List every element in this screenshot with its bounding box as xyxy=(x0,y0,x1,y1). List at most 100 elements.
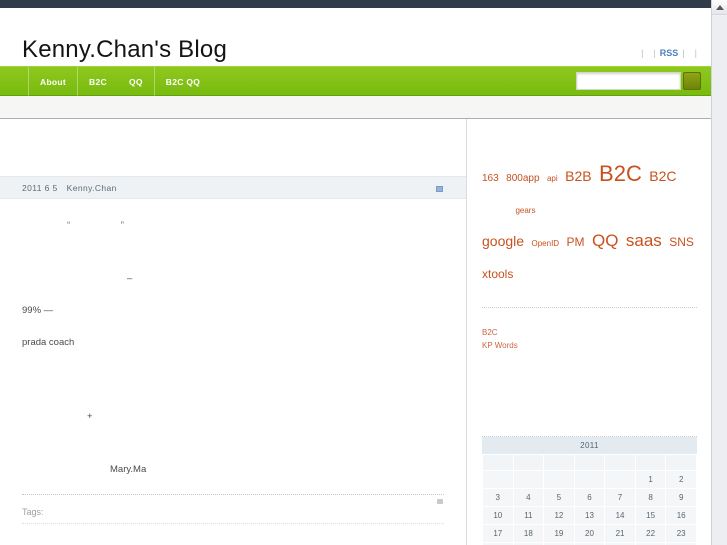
post-author: Kenny.Chan xyxy=(66,182,117,193)
calendar-day[interactable]: 3 xyxy=(482,488,514,507)
nav-item-label: About xyxy=(40,77,67,87)
content-wrapper: 2011 6 5 Kenny.Chan “ ” – 99% — prada co… xyxy=(0,119,711,545)
calendar-day[interactable]: 17 xyxy=(482,524,514,543)
calendar-week-row: 17 18 19 20 21 22 23 xyxy=(482,524,697,543)
sidebar-tagcloud-block: 163 800app api B2B B2C B2C gears google … xyxy=(468,119,711,289)
header-separator-2: | xyxy=(653,48,656,58)
post-paragraph xyxy=(22,364,444,375)
sidebar-link-kp-words[interactable]: KP Words xyxy=(482,339,697,352)
post-date: 2011 6 5 xyxy=(22,182,58,193)
tag-gears[interactable]: gears xyxy=(515,206,535,215)
calendar-day[interactable]: 18 xyxy=(512,524,545,543)
nav-item-label: B2C xyxy=(89,77,107,87)
tag-icon[interactable] xyxy=(437,499,443,504)
tag-qq[interactable]: QQ xyxy=(592,231,618,250)
web-page: Kenny.Chan's Blog | | RSS | | About B2C xyxy=(0,8,711,545)
calendar-day[interactable]: 21 xyxy=(604,524,636,543)
calendar-day[interactable]: 23 xyxy=(665,524,697,543)
search-form xyxy=(576,72,701,90)
calendar-day[interactable]: 10 xyxy=(482,506,514,525)
calendar-day[interactable]: 4 xyxy=(512,488,545,507)
calendar-day[interactable]: 15 xyxy=(634,506,667,525)
tag-openid[interactable]: OpenID xyxy=(532,239,560,248)
calendar-day[interactable]: 8 xyxy=(634,488,667,507)
calendar-body: 1234567891011121314151617181920212223242… xyxy=(482,470,697,545)
post-paragraph: Mary.Ma xyxy=(110,464,147,475)
tag-b2b[interactable]: B2B xyxy=(565,168,591,184)
post-paragraph: – xyxy=(127,273,133,284)
post-paragraph: + xyxy=(87,411,93,422)
calendar-day[interactable]: 5 xyxy=(543,488,575,507)
calendar-week-row: 10 11 12 13 14 15 16 xyxy=(482,506,697,525)
tag-api[interactable]: api xyxy=(547,174,558,183)
calendar-week-row: 12 xyxy=(482,470,697,489)
tag-xtools[interactable]: xtools xyxy=(482,267,513,281)
sidebar-link-b2c[interactable]: B2C xyxy=(482,326,697,339)
tag-800app[interactable]: 800app xyxy=(506,173,539,184)
calendar-day[interactable]: 2 xyxy=(665,470,697,489)
blog-post: 2011 6 5 Kenny.Chan “ ” – 99% — prada co… xyxy=(0,176,466,524)
calendar-day[interactable]: 11 xyxy=(512,506,545,525)
browser-top-chrome xyxy=(0,0,727,8)
tag-pm[interactable]: PM xyxy=(567,235,585,249)
nav-item-label: B2C QQ xyxy=(165,77,201,87)
post-body: “ ” – 99% — prada coach + Mary.Ma xyxy=(0,199,466,481)
sidebar-calendar-block: 2011 123 4 5 6 7 8 9 10 11 12 13 14 15 1… xyxy=(468,437,711,545)
tag-cloud-row: google OpenID PM QQ saas SNS xyxy=(482,226,697,259)
main-column: 2011 6 5 Kenny.Chan “ ” – 99% — prada co… xyxy=(0,119,467,545)
calendar-weekday xyxy=(512,454,545,471)
calendar-weekday xyxy=(543,454,575,471)
calendar-day[interactable]: 13 xyxy=(573,506,606,525)
post-meta: 2011 6 5 Kenny.Chan xyxy=(0,176,466,199)
scroll-up-button[interactable] xyxy=(712,0,727,15)
calendar-table: 2011 123 4 5 6 7 8 9 10 11 12 13 14 15 1… xyxy=(482,437,697,545)
primary-navbar: About B2C QQ B2C QQ xyxy=(0,66,711,97)
tag-cloud-row: 163 800app api B2B B2C B2C gears xyxy=(482,159,697,226)
nav-item-b2c[interactable]: B2C xyxy=(77,67,118,97)
nav-item-list: About B2C QQ B2C QQ xyxy=(28,67,211,97)
tag-saas[interactable]: saas xyxy=(626,231,662,250)
calendar-day[interactable]: 7 xyxy=(604,488,636,507)
calendar-day-empty xyxy=(512,470,545,489)
sidebar: 163 800app api B2B B2C B2C gears google … xyxy=(468,119,711,545)
header-separator-4: | xyxy=(694,48,697,58)
calendar-day[interactable]: 14 xyxy=(604,506,636,525)
tags-label: Tags: xyxy=(22,507,44,517)
tag-sns[interactable]: SNS xyxy=(669,235,694,249)
calendar-day[interactable]: 12 xyxy=(543,506,575,525)
calendar-day-empty xyxy=(573,470,606,489)
calendar-day[interactable]: 1 xyxy=(634,470,667,489)
calendar-day[interactable]: 20 xyxy=(573,524,606,543)
calendar-day-empty xyxy=(604,470,636,489)
calendar-weekday-row xyxy=(482,454,697,471)
post-paragraph: prada coach xyxy=(22,337,75,348)
tag-163[interactable]: 163 xyxy=(482,173,499,184)
permalink-icon[interactable] xyxy=(436,186,443,192)
calendar-weekday xyxy=(573,454,606,471)
search-button[interactable] xyxy=(683,72,701,90)
nav-item-b2c-qq[interactable]: B2C QQ xyxy=(153,67,211,97)
header-link-rss[interactable]: RSS xyxy=(660,48,679,58)
browser-viewport: Kenny.Chan's Blog | | RSS | | About B2C xyxy=(0,0,727,545)
post-paragraph xyxy=(22,438,444,449)
calendar-weekday xyxy=(482,454,514,471)
nav-item-about[interactable]: About xyxy=(28,67,77,97)
tag-b2c-large[interactable]: B2C xyxy=(599,161,642,186)
scrollbar-track[interactable] xyxy=(712,16,727,545)
tag-google[interactable]: google xyxy=(482,233,524,249)
header-utility-links: | | RSS | | xyxy=(641,48,697,58)
calendar-day[interactable]: 19 xyxy=(543,524,575,543)
search-input[interactable] xyxy=(576,72,681,90)
tag-b2c[interactable]: B2C xyxy=(649,168,676,184)
post-paragraph xyxy=(22,247,444,258)
calendar-day[interactable]: 22 xyxy=(634,524,667,543)
page-scrollbar[interactable] xyxy=(711,0,727,545)
nav-item-label: QQ xyxy=(128,77,143,87)
header-separator-3: | xyxy=(682,48,685,58)
nav-item-qq[interactable]: QQ xyxy=(118,67,154,97)
calendar-day[interactable]: 16 xyxy=(665,506,697,525)
site-title: Kenny.Chan's Blog xyxy=(22,36,227,63)
calendar-day[interactable]: 6 xyxy=(573,488,606,507)
calendar-day[interactable]: 9 xyxy=(665,488,697,507)
header-separator-1: | xyxy=(641,48,644,58)
